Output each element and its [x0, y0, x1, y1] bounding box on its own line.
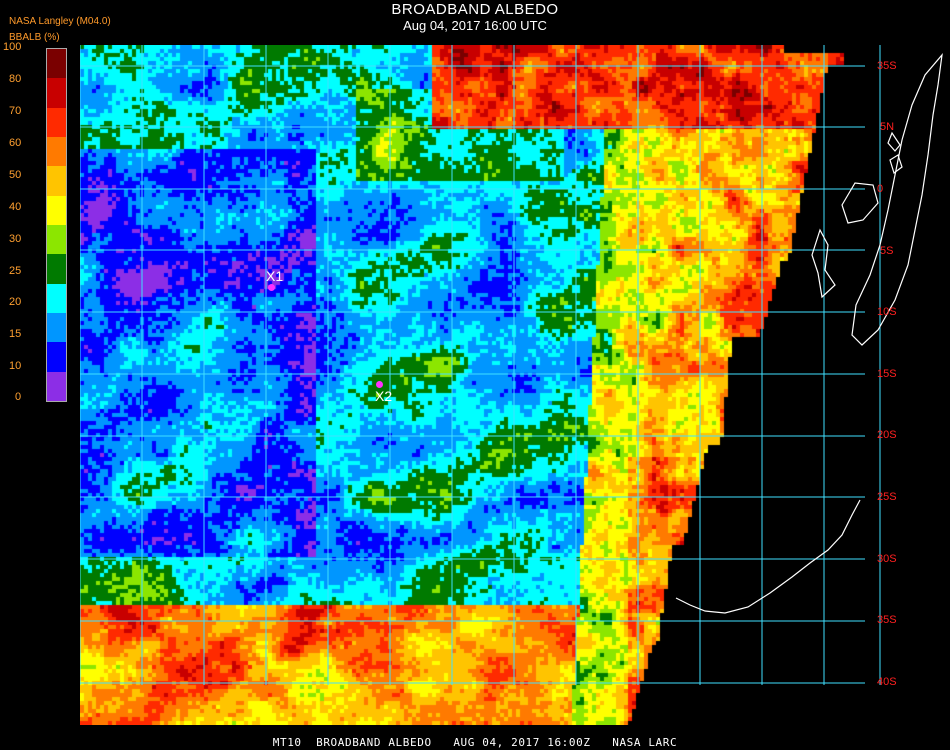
latitude-label: 25S	[877, 491, 897, 503]
satellite-albedo-view: BROADBAND ALBEDO Aug 04, 2017 16:00 UTC …	[0, 0, 950, 750]
colorbar-tick-label: 10	[9, 360, 22, 372]
colorbar-segment	[47, 49, 66, 79]
colorbar-segment	[47, 78, 66, 109]
colorbar-segment	[47, 313, 66, 343]
producer-label: NASA Langley (M04.0)	[9, 16, 111, 27]
latitude-label: 40S	[877, 676, 897, 688]
marker-x2-dot	[376, 381, 383, 388]
marker-x1-dot	[268, 284, 275, 291]
marker-x1-label: X1	[266, 268, 284, 284]
colorbar-segment	[47, 254, 66, 285]
footer-caption: MT10 BROADBAND ALBEDO AUG 04, 2017 16:00…	[272, 736, 678, 749]
latitude-label: 10S	[877, 306, 897, 318]
latitude-label: 15S	[877, 368, 897, 380]
colorbar-tick-label: 20	[9, 296, 22, 308]
colorbar-tick-label: 100	[3, 41, 22, 53]
colorbar-segment	[47, 195, 66, 226]
colorbar-tick-label: 50	[9, 169, 22, 181]
colorbar-segment	[47, 342, 66, 373]
colorbar-segment	[47, 137, 66, 167]
colorbar-tick-label: 30	[9, 233, 22, 245]
madagascar-coastline	[851, 53, 943, 346]
island-coastline	[887, 131, 901, 152]
colorbar	[46, 48, 67, 402]
colorbar-tick-label: 70	[9, 105, 22, 117]
latitude-label: 35S	[877, 614, 897, 626]
map-datetime: Aug 04, 2017 16:00 UTC	[403, 18, 547, 33]
latitude-label: 0	[877, 183, 884, 195]
colorbar-tick-label: 40	[9, 201, 22, 213]
colorbar-tick-label: 15	[9, 328, 22, 340]
map-overlay	[80, 45, 943, 685]
colorbar-segment	[47, 283, 66, 314]
map-area	[80, 45, 943, 729]
latitude-label: 35S	[877, 60, 897, 72]
colorbar-tick-label: 0	[15, 391, 22, 403]
latitude-label: 20S	[877, 429, 897, 441]
colorbar-segment	[47, 166, 66, 197]
latitude-label: 5N	[880, 121, 895, 133]
colorbar-segment	[47, 225, 66, 255]
colorbar-tick-label: 80	[9, 73, 22, 85]
colorbar-tick-label: 25	[9, 265, 22, 277]
map-title: BROADBAND ALBEDO	[391, 1, 559, 18]
latitude-label: 30S	[877, 553, 897, 565]
south-africa-coastline	[675, 499, 861, 614]
latitude-label: 5S	[880, 245, 894, 257]
colorbar-segment	[47, 107, 66, 138]
colorbar-tick-label: 60	[9, 137, 22, 149]
marker-x2-label: X2	[375, 388, 393, 404]
